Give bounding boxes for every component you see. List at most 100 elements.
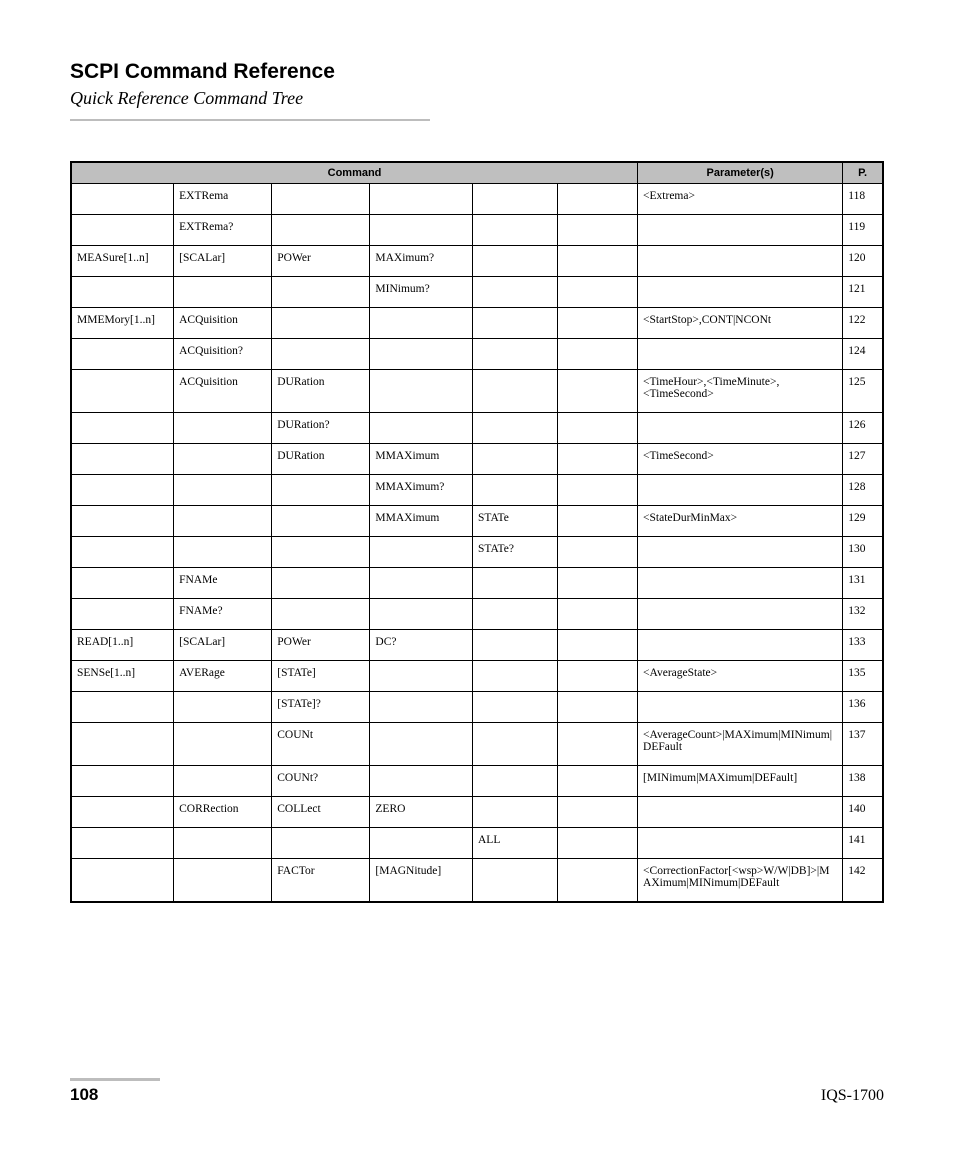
command-cell xyxy=(473,661,558,692)
command-cell xyxy=(370,568,473,599)
table-row: DURationMMAXimum<TimeSecond>127 xyxy=(71,444,883,475)
command-cell xyxy=(473,859,558,903)
page-cell: 142 xyxy=(843,859,883,903)
table-row: EXTRema?119 xyxy=(71,215,883,246)
command-cell xyxy=(71,766,174,797)
command-cell xyxy=(71,475,174,506)
command-cell xyxy=(473,444,558,475)
command-cell: DC? xyxy=(370,630,473,661)
command-cell: POWer xyxy=(272,246,370,277)
command-cell xyxy=(473,599,558,630)
page-number: 108 xyxy=(70,1085,98,1105)
command-cell xyxy=(557,599,637,630)
table-row: READ[1..n][SCALar]POWerDC?133 xyxy=(71,630,883,661)
command-cell xyxy=(370,537,473,568)
parameter-cell xyxy=(638,568,843,599)
parameter-cell xyxy=(638,797,843,828)
table-row: MEASure[1..n][SCALar]POWerMAXimum?120 xyxy=(71,246,883,277)
command-cell xyxy=(557,661,637,692)
table-row: COUNt<AverageCount>|MAXimum|MINimum|DEFa… xyxy=(71,723,883,766)
page-cell: 125 xyxy=(843,370,883,413)
parameter-cell: <TimeSecond> xyxy=(638,444,843,475)
command-cell xyxy=(272,599,370,630)
command-cell xyxy=(370,692,473,723)
command-cell xyxy=(71,692,174,723)
command-cell: POWer xyxy=(272,630,370,661)
parameter-cell xyxy=(638,475,843,506)
command-cell: [STATe]? xyxy=(272,692,370,723)
command-cell xyxy=(473,475,558,506)
table-row: [STATe]?136 xyxy=(71,692,883,723)
command-cell: ACQuisition xyxy=(174,370,272,413)
command-cell xyxy=(174,475,272,506)
command-cell xyxy=(71,215,174,246)
command-cell xyxy=(71,184,174,215)
command-cell: COLLect xyxy=(272,797,370,828)
command-cell xyxy=(272,568,370,599)
parameter-cell: <StateDurMinMax> xyxy=(638,506,843,537)
col-command: Command xyxy=(71,162,638,184)
command-cell xyxy=(473,413,558,444)
command-cell xyxy=(272,475,370,506)
command-cell xyxy=(557,630,637,661)
page-cell: 122 xyxy=(843,308,883,339)
command-cell xyxy=(272,308,370,339)
page-cell: 135 xyxy=(843,661,883,692)
command-cell xyxy=(71,277,174,308)
command-cell xyxy=(557,828,637,859)
command-cell xyxy=(174,537,272,568)
table-row: FNAMe131 xyxy=(71,568,883,599)
command-cell xyxy=(272,537,370,568)
parameter-cell xyxy=(638,246,843,277)
page-cell: 118 xyxy=(843,184,883,215)
command-cell: CORRection xyxy=(174,797,272,828)
command-cell xyxy=(557,339,637,370)
command-cell xyxy=(71,444,174,475)
command-cell xyxy=(557,475,637,506)
parameter-cell: <AverageState> xyxy=(638,661,843,692)
command-cell xyxy=(71,506,174,537)
command-cell xyxy=(557,537,637,568)
command-table: Command Parameter(s) P. EXTRema<Extrema>… xyxy=(70,161,884,903)
command-cell xyxy=(370,370,473,413)
page-cell: 132 xyxy=(843,599,883,630)
page-footer: 108 IQS-1700 xyxy=(70,1078,884,1105)
page-cell: 120 xyxy=(843,246,883,277)
command-cell xyxy=(71,859,174,903)
command-cell xyxy=(272,339,370,370)
command-cell: FACTor xyxy=(272,859,370,903)
parameter-cell: <AverageCount>|MAXimum|MINimum|DEFault xyxy=(638,723,843,766)
table-row: MMEMory[1..n]ACQuisition<StartStop>,CONT… xyxy=(71,308,883,339)
page: SCPI Command Reference Quick Reference C… xyxy=(0,0,954,1159)
table-row: MINimum?121 xyxy=(71,277,883,308)
footer-rule xyxy=(70,1078,160,1081)
command-cell xyxy=(557,723,637,766)
command-cell xyxy=(557,568,637,599)
command-cell xyxy=(557,184,637,215)
command-cell: [MAGNitude] xyxy=(370,859,473,903)
table-row: FNAMe?132 xyxy=(71,599,883,630)
page-subtitle: Quick Reference Command Tree xyxy=(70,88,884,109)
command-cell xyxy=(370,828,473,859)
command-cell: MAXimum? xyxy=(370,246,473,277)
command-cell xyxy=(174,766,272,797)
command-cell: [STATe] xyxy=(272,661,370,692)
parameter-cell: <TimeHour>,<TimeMinute>,<TimeSecond> xyxy=(638,370,843,413)
command-cell xyxy=(557,859,637,903)
command-cell: COUNt? xyxy=(272,766,370,797)
command-cell xyxy=(473,215,558,246)
command-cell xyxy=(174,828,272,859)
command-cell xyxy=(370,599,473,630)
table-row: ALL141 xyxy=(71,828,883,859)
parameter-cell xyxy=(638,630,843,661)
command-cell: DURation? xyxy=(272,413,370,444)
table-row: ACQuisition?124 xyxy=(71,339,883,370)
command-cell xyxy=(557,506,637,537)
command-cell xyxy=(557,413,637,444)
parameter-cell xyxy=(638,692,843,723)
command-cell xyxy=(71,537,174,568)
command-cell xyxy=(370,215,473,246)
command-cell xyxy=(473,308,558,339)
command-cell xyxy=(71,828,174,859)
command-cell xyxy=(473,568,558,599)
